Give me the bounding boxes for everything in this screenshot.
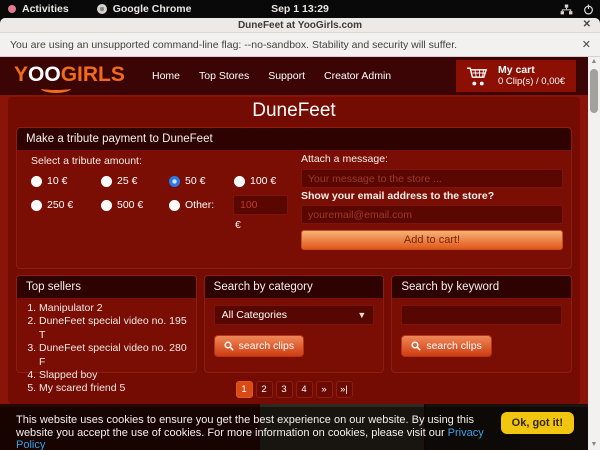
site-logo[interactable]: YOOGIRLS	[14, 62, 125, 88]
cookie-message: This website uses cookies to ensure you …	[16, 414, 474, 439]
list-item[interactable]: DuneFeet special video no. 280 F	[39, 342, 196, 369]
radio-icon[interactable]	[234, 176, 245, 187]
email-input[interactable]	[301, 205, 563, 224]
amount-label: 250 €	[47, 199, 73, 211]
window-title-bar: DuneFeet at YooGirls.com ✕	[0, 18, 600, 33]
logo-part3: GIRLS	[61, 63, 125, 86]
amount-option-10[interactable]: 10 €	[31, 175, 67, 187]
other-amount-input[interactable]	[233, 195, 288, 215]
amount-label: 50 €	[185, 175, 205, 187]
page-title: DuneFeet	[8, 97, 580, 124]
amount-option-25[interactable]: 25 €	[101, 175, 137, 187]
main-nav: Home Top Stores Support Creator Admin	[152, 57, 391, 95]
message-input[interactable]	[301, 169, 563, 188]
cart-title: My cart	[498, 64, 565, 76]
amount-option-500[interactable]: 500 €	[101, 199, 143, 211]
amount-option-other[interactable]: Other:	[169, 199, 214, 211]
logo-part2: OO	[28, 63, 61, 86]
power-icon[interactable]	[583, 4, 594, 15]
tribute-amount-label: Select a tribute amount:	[31, 155, 142, 167]
page-container: DuneFeet Make a tribute payment to DuneF…	[8, 97, 580, 404]
screen: Activities Google Chrome Sep 1 13:29 Dun…	[0, 0, 600, 450]
list-item[interactable]: Manipulator 2	[39, 302, 196, 315]
site-header: YOOGIRLS Home Top Stores Support Creator…	[0, 57, 588, 95]
amount-option-250[interactable]: 250 €	[31, 199, 73, 211]
amount-label: 25 €	[117, 175, 137, 187]
radio-checked-icon[interactable]	[169, 176, 180, 187]
category-select[interactable]: All Categories ▼	[214, 305, 375, 325]
pagination: 1 2 3 4 » »|	[8, 381, 580, 398]
tribute-panel-header: Make a tribute payment to DuneFeet	[17, 128, 571, 150]
top-sellers-panel: Top sellers Manipulator 2 DuneFeet speci…	[16, 275, 197, 373]
add-to-cart-button[interactable]: Add to cart!	[301, 230, 563, 250]
warning-close-icon[interactable]: ✕	[582, 38, 591, 51]
clock[interactable]: Sep 1 13:29	[0, 3, 600, 15]
message-label: Attach a message:	[301, 153, 388, 165]
search-clips-label: search clips	[239, 340, 294, 352]
search-clips-button-keyword[interactable]: search clips	[401, 335, 491, 357]
window-title: DuneFeet at YooGirls.com	[238, 20, 362, 31]
nav-creator-admin[interactable]: Creator Admin	[324, 70, 391, 82]
amount-option-100[interactable]: 100 €	[234, 175, 276, 187]
search-category-header: Search by category	[205, 276, 384, 298]
nav-top-stores[interactable]: Top Stores	[199, 70, 249, 82]
radio-icon[interactable]	[101, 200, 112, 211]
radio-icon[interactable]	[169, 200, 180, 211]
logo-part1: Y	[14, 63, 28, 86]
page-button-4[interactable]: 4	[296, 381, 313, 398]
scroll-down-icon[interactable]: ▼	[588, 440, 600, 450]
cookie-text: This website uses cookies to ensure you …	[16, 414, 498, 450]
warning-text: You are using an unsupported command-lin…	[10, 39, 457, 51]
search-clips-button-category[interactable]: search clips	[214, 335, 304, 357]
cookie-consent-bar: This website uses cookies to ensure you …	[0, 407, 588, 450]
page-button-3[interactable]: 3	[276, 381, 293, 398]
search-clips-label: search clips	[426, 340, 481, 352]
nav-support[interactable]: Support	[268, 70, 305, 82]
cookie-accept-button[interactable]: Ok, got it!	[501, 412, 574, 434]
my-cart-button[interactable]: My cart 0 Clip(s) / 0,00€	[456, 60, 576, 92]
other-currency-label: €	[235, 219, 241, 231]
cart-summary: 0 Clip(s) / 0,00€	[498, 76, 565, 88]
email-label: Show your email address to the store?	[301, 190, 494, 202]
search-keyword-panel: Search by keyword search clips	[391, 275, 572, 373]
search-icon	[411, 341, 421, 351]
tribute-panel: Make a tribute payment to DuneFeet Selec…	[16, 127, 572, 269]
panels-row: Top sellers Manipulator 2 DuneFeet speci…	[16, 275, 572, 373]
logo-smile-icon	[41, 84, 71, 93]
scrollbar-thumb[interactable]	[590, 69, 598, 113]
network-icon[interactable]	[560, 4, 573, 15]
radio-icon[interactable]	[31, 176, 42, 187]
radio-icon[interactable]	[31, 200, 42, 211]
top-sellers-header: Top sellers	[17, 276, 196, 298]
keyword-input[interactable]	[401, 305, 562, 325]
amount-label: 10 €	[47, 175, 67, 187]
page-button-next[interactable]: »	[316, 381, 333, 398]
radio-icon[interactable]	[101, 176, 112, 187]
search-icon	[224, 341, 234, 351]
gnome-top-bar: Activities Google Chrome Sep 1 13:29	[0, 0, 600, 18]
cart-icon	[466, 66, 490, 87]
browser-viewport: YOOGIRLS Home Top Stores Support Creator…	[0, 57, 588, 450]
amount-label: 500 €	[117, 199, 143, 211]
search-keyword-header: Search by keyword	[392, 276, 571, 298]
nav-home[interactable]: Home	[152, 70, 180, 82]
scroll-up-icon[interactable]: ▲	[588, 57, 600, 67]
page-button-2[interactable]: 2	[256, 381, 273, 398]
page-button-1[interactable]: 1	[236, 381, 253, 398]
scrollbar[interactable]: ▲ ▼	[588, 57, 600, 450]
category-selected-value: All Categories	[222, 309, 287, 321]
page-button-last[interactable]: »|	[336, 381, 353, 398]
amount-label: Other:	[185, 199, 214, 211]
chevron-down-icon: ▼	[357, 310, 366, 320]
amount-label: 100 €	[250, 175, 276, 187]
chrome-warning-bar: You are using an unsupported command-lin…	[0, 33, 600, 57]
search-category-panel: Search by category All Categories ▼ sear…	[204, 275, 385, 373]
window-close-icon[interactable]: ✕	[583, 19, 591, 30]
amount-option-50[interactable]: 50 €	[169, 175, 205, 187]
list-item[interactable]: DuneFeet special video no. 195 T	[39, 315, 196, 342]
